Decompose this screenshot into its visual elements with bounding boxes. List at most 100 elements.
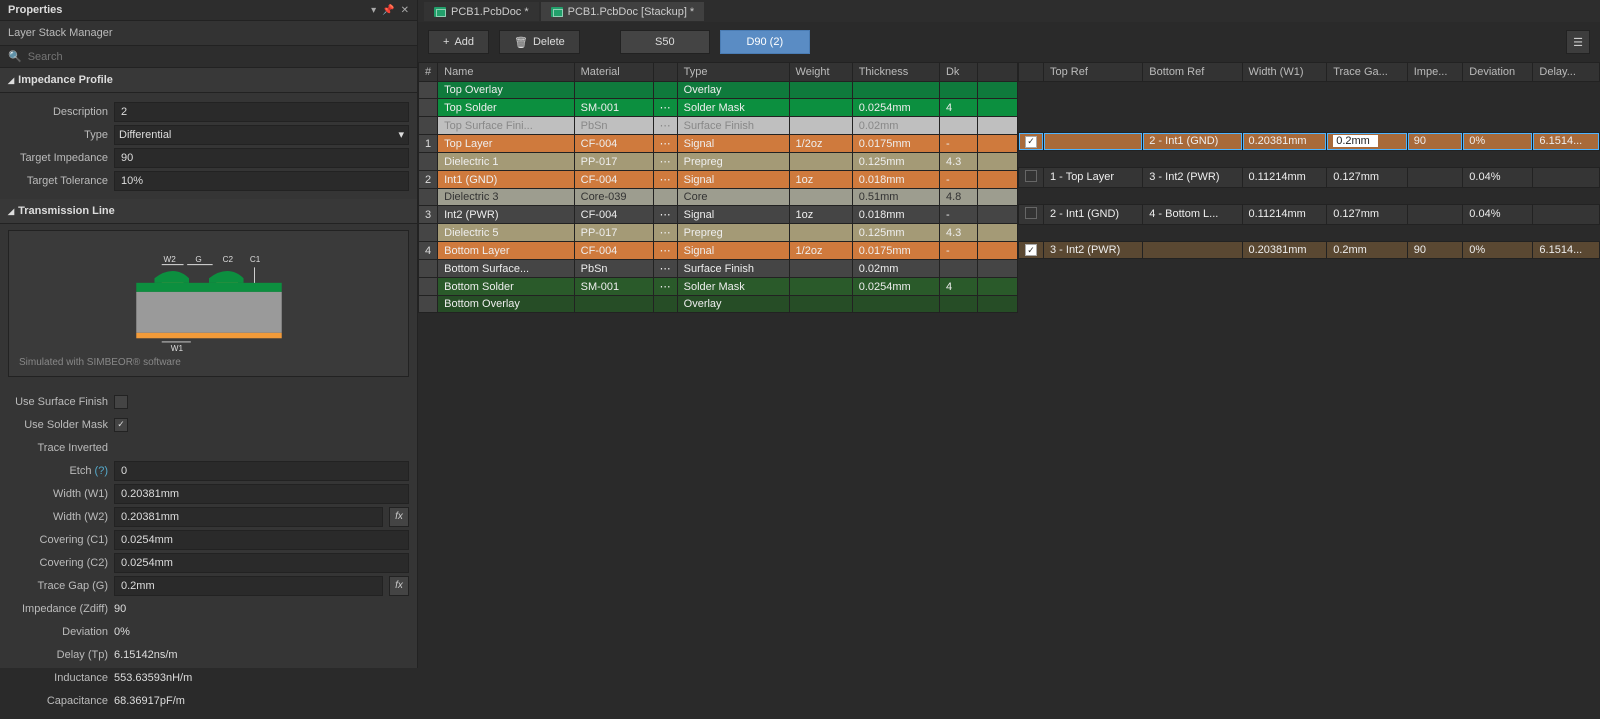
impedance-grid[interactable]: Top Ref Bottom Ref Width (W1) Trace Ga..… (1018, 62, 1600, 668)
use-solder-label: Use Solder Mask (8, 419, 108, 431)
add-button[interactable]: +Add (428, 30, 489, 54)
stack-row[interactable]: 3Int2 (PWR)CF-004⋯Signal1oz0.018mm- (419, 206, 1018, 224)
stack-row[interactable]: Dielectric 3Core-039Core0.51mm4.8 (419, 189, 1018, 206)
close-icon[interactable]: ✕ (401, 5, 409, 16)
etch-input[interactable] (114, 461, 409, 481)
impedance-row[interactable]: 2 - Int1 (GND)4 - Bottom L...0.11214mm0.… (1019, 204, 1600, 224)
tab-pcbdoc[interactable]: PCB1.PcbDoc * (424, 2, 539, 21)
use-surface-checkbox[interactable] (114, 395, 128, 409)
transmission-line-header[interactable]: ◢ Transmission Line (0, 199, 417, 224)
type-select[interactable]: Differential▾ (114, 125, 409, 145)
main-area: PCB1.PcbDoc * PCB1.PcbDoc [Stackup] * +A… (418, 0, 1600, 668)
spacer-row (1019, 82, 1600, 99)
impedance-row[interactable]: ✓3 - Int2 (PWR)0.20381mm0.2mm900%6.1514.… (1019, 241, 1600, 259)
stack-row[interactable]: Dielectric 5PP-017⋯Prepreg0.125mm4.3 (419, 224, 1018, 242)
stack-row[interactable]: Top Surface Fini...PbSn⋯Surface Finish0.… (419, 117, 1018, 135)
target-tolerance-label: Target Tolerance (8, 175, 108, 187)
stack-row[interactable]: Top SolderSM-001⋯Solder Mask0.0254mm4 (419, 99, 1018, 117)
target-impedance-label: Target Impedance (8, 152, 108, 164)
gap-fx-button[interactable]: fx (389, 576, 409, 596)
transmission-diagram: W2 G C2 C1 W1 Simulated with SIMBEOR® so… (8, 230, 409, 377)
description-input[interactable] (114, 102, 409, 122)
stack-row[interactable]: Dielectric 1PP-017⋯Prepreg0.125mm4.3 (419, 153, 1018, 171)
use-surface-label: Use Surface Finish (8, 396, 108, 408)
c1-input[interactable] (114, 530, 409, 550)
row-checkbox[interactable] (1025, 207, 1037, 219)
w2-input[interactable] (114, 507, 383, 527)
type-label: Type (8, 129, 108, 141)
panel-header: Properties ▾ 📌 ✕ (0, 0, 417, 21)
zdiff-label: Impedance (Zdiff) (8, 603, 108, 615)
stack-row[interactable]: 4Bottom LayerCF-004⋯Signal1/2oz0.0175mm- (419, 242, 1018, 260)
panel-title: Properties (8, 4, 62, 16)
pcb-icon (551, 7, 563, 17)
c2-input[interactable] (114, 553, 409, 573)
stackup-grid[interactable]: # Name Material Type Weight Thickness Dk… (418, 62, 1018, 668)
grids-container: # Name Material Type Weight Thickness Dk… (418, 62, 1600, 668)
impedance-row[interactable]: ✓2 - Int1 (GND)0.20381mm0.2mm900%6.1514.… (1019, 133, 1600, 151)
target-impedance-input[interactable] (114, 148, 409, 168)
gap-label: Trace Gap (G) (8, 580, 108, 592)
toolbar: +Add 🗑Delete S50 D90 (2) ☰ (418, 22, 1600, 62)
panel-window-controls: ▾ 📌 ✕ (371, 5, 409, 16)
spacer-row (1019, 187, 1600, 204)
stack-row[interactable]: Bottom OverlayOverlay (419, 296, 1018, 313)
pin-icon[interactable]: 📌 (382, 5, 394, 16)
collapse-icon: ◢ (8, 76, 14, 85)
row-checkbox[interactable]: ✓ (1025, 244, 1037, 256)
dropdown-icon[interactable]: ▾ (371, 5, 376, 16)
hamburger-icon: ☰ (1573, 36, 1583, 49)
capacitance-label: Capacitance (8, 695, 108, 707)
plus-icon: + (443, 36, 449, 48)
panel-subtitle: Layer Stack Manager (0, 21, 417, 46)
row-checkbox[interactable]: ✓ (1025, 136, 1037, 148)
svg-text:C1: C1 (249, 255, 260, 264)
search-input[interactable] (28, 51, 409, 63)
tab-stackup[interactable]: PCB1.PcbDoc [Stackup] * (541, 2, 705, 21)
d90-button[interactable]: D90 (2) (720, 30, 810, 54)
stackup-header-row: # Name Material Type Weight Thickness Dk (419, 63, 1018, 82)
hamburger-menu-button[interactable]: ☰ (1566, 30, 1590, 54)
stack-row[interactable]: 2Int1 (GND)CF-004⋯Signal1oz0.018mm- (419, 171, 1018, 189)
impedance-profile-header[interactable]: ◢ Impedance Profile (0, 68, 417, 93)
properties-panel: Properties ▾ 📌 ✕ Layer Stack Manager 🔍 ◢… (0, 0, 418, 668)
deviation-label: Deviation (8, 626, 108, 638)
w2-label: Width (W2) (8, 511, 108, 523)
stack-row[interactable]: Bottom SolderSM-001⋯Solder Mask0.0254mm4 (419, 278, 1018, 296)
search-row: 🔍 (0, 46, 417, 68)
spacer-row (1019, 224, 1600, 241)
impedance-row[interactable]: 1 - Top Layer3 - Int2 (PWR)0.11214mm0.12… (1019, 167, 1600, 187)
use-solder-checkbox[interactable]: ✓ (114, 418, 128, 432)
w2-fx-button[interactable]: fx (389, 507, 409, 527)
svg-text:C2: C2 (222, 255, 233, 264)
collapse-icon: ◢ (8, 207, 14, 216)
chevron-down-icon: ▾ (398, 128, 404, 141)
inductance-value: 553.63593nH/m (114, 672, 409, 684)
impedance-form: Description TypeDifferential▾ Target Imp… (0, 93, 417, 199)
trash-icon: 🗑 (514, 36, 528, 49)
trace-inverted-label: Trace Inverted (8, 442, 108, 454)
document-tabs: PCB1.PcbDoc * PCB1.PcbDoc [Stackup] * (418, 0, 1600, 22)
stack-row[interactable]: Bottom Surface...PbSn⋯Surface Finish0.02… (419, 260, 1018, 278)
stack-row[interactable]: 1Top LayerCF-004⋯Signal1/2oz0.0175mm- (419, 135, 1018, 153)
search-icon: 🔍 (8, 50, 22, 63)
spacer-row (1019, 150, 1600, 167)
gap-input[interactable] (114, 576, 383, 596)
target-tolerance-input[interactable] (114, 171, 409, 191)
w1-input[interactable] (114, 484, 409, 504)
simulation-note: Simulated with SIMBEOR® software (19, 357, 398, 368)
c1-label: Covering (C1) (8, 534, 108, 546)
etch-label: Etch (?) (8, 465, 108, 477)
row-checkbox[interactable] (1025, 170, 1037, 182)
s50-button[interactable]: S50 (620, 30, 710, 54)
spacer-row (1019, 116, 1600, 133)
zdiff-value: 90 (114, 603, 409, 615)
svg-text:W2: W2 (163, 255, 176, 264)
stack-row[interactable]: Top OverlayOverlay (419, 82, 1018, 99)
deviation-value: 0% (114, 626, 409, 638)
impedance-header-row: Top Ref Bottom Ref Width (W1) Trace Ga..… (1019, 63, 1600, 82)
delete-button[interactable]: 🗑Delete (499, 30, 580, 54)
svg-text:G: G (195, 255, 201, 264)
pcb-icon (434, 7, 446, 17)
c2-label: Covering (C2) (8, 557, 108, 569)
